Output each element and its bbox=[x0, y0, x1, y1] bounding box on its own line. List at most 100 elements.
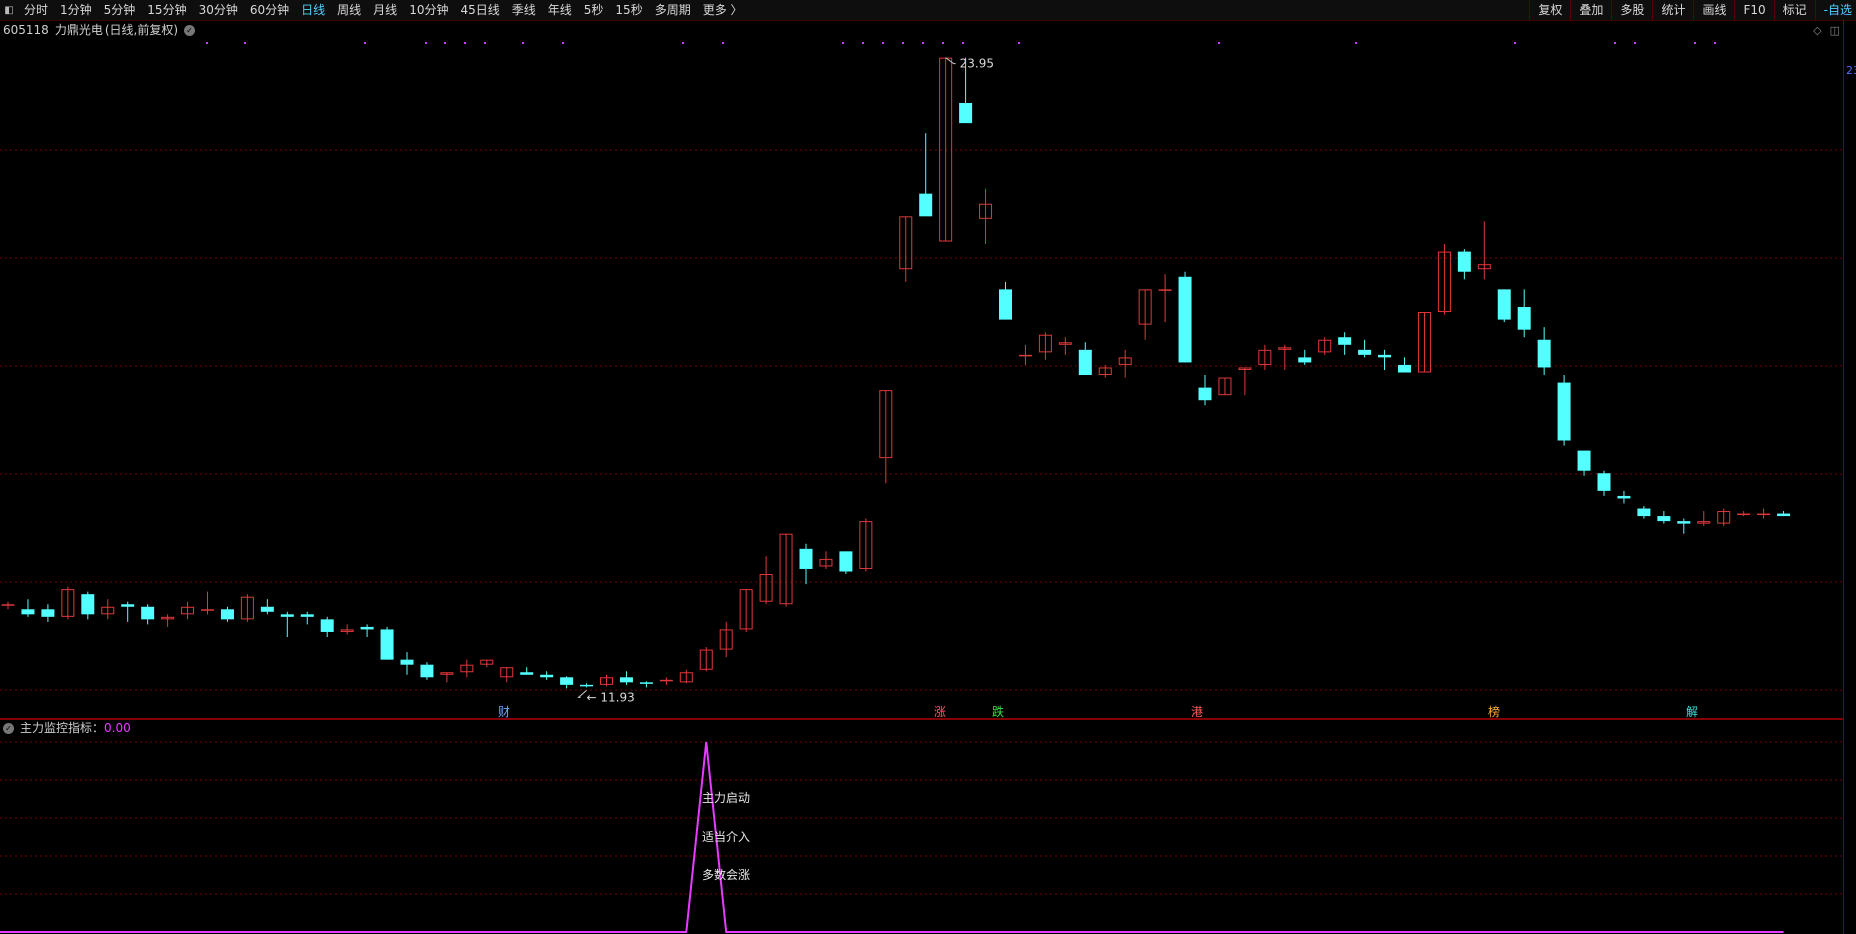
candle bbox=[280, 611, 294, 637]
signal-dot bbox=[364, 42, 366, 44]
signal-dot bbox=[562, 42, 564, 44]
signal-dot bbox=[862, 42, 864, 44]
candle-body bbox=[1198, 387, 1212, 401]
signal-label-rise: 多数会涨 bbox=[702, 868, 751, 882]
candle-body bbox=[1497, 289, 1511, 320]
candle bbox=[580, 683, 594, 688]
candle bbox=[1138, 289, 1152, 340]
candle-body bbox=[799, 548, 813, 569]
candle bbox=[1098, 364, 1112, 378]
candle bbox=[1777, 511, 1791, 517]
candle bbox=[21, 599, 35, 617]
candle-body bbox=[560, 677, 574, 685]
candle-body bbox=[1358, 349, 1372, 355]
candle bbox=[1697, 511, 1711, 527]
candle bbox=[1198, 375, 1212, 406]
candle bbox=[201, 591, 214, 615]
candle bbox=[1517, 289, 1531, 338]
candle bbox=[560, 676, 574, 689]
candle bbox=[1178, 271, 1192, 363]
candle bbox=[1737, 511, 1751, 517]
candle-body bbox=[1, 604, 15, 606]
signal-dot bbox=[842, 42, 844, 44]
signal-dot bbox=[1714, 42, 1716, 44]
signal-dot bbox=[1634, 42, 1636, 44]
candle bbox=[240, 594, 254, 622]
candle bbox=[619, 671, 633, 685]
candle bbox=[1657, 511, 1671, 524]
candle-body bbox=[280, 614, 294, 617]
signal-dot bbox=[244, 42, 246, 44]
event-marker: 榜 bbox=[1488, 704, 1500, 719]
candle bbox=[679, 669, 693, 684]
candle bbox=[699, 647, 713, 672]
indicator-header: ✓ 主力监控指标 ： 0.00 bbox=[3, 720, 131, 736]
signal-dot bbox=[1614, 42, 1616, 44]
candle-body bbox=[1617, 495, 1631, 499]
candle bbox=[500, 667, 514, 683]
candle-body bbox=[1577, 450, 1591, 471]
candle-body bbox=[141, 606, 155, 620]
indicator-panel bbox=[0, 741, 1784, 933]
kline-chart[interactable]: 财 涨 跌 港 榜 解 23.95 ← 11.93 bbox=[0, 0, 1843, 934]
candle bbox=[1338, 332, 1352, 355]
candle bbox=[320, 616, 334, 637]
candle bbox=[1677, 518, 1691, 534]
grid-lines bbox=[0, 149, 1843, 895]
candle bbox=[799, 543, 813, 585]
candle bbox=[460, 659, 474, 678]
candle bbox=[1417, 312, 1431, 373]
candle bbox=[520, 667, 534, 675]
candle-body bbox=[1657, 516, 1671, 522]
signal-dot bbox=[206, 42, 208, 44]
candle bbox=[121, 601, 135, 622]
candle-body bbox=[300, 614, 314, 617]
candle bbox=[1118, 349, 1132, 378]
candle-body bbox=[380, 629, 394, 660]
candle-body bbox=[839, 551, 853, 572]
candle bbox=[1537, 327, 1551, 376]
candle bbox=[360, 624, 374, 637]
candle bbox=[779, 533, 793, 607]
candle bbox=[1717, 508, 1731, 527]
candle-body bbox=[1158, 289, 1172, 291]
indicator-sep: ： bbox=[92, 721, 105, 735]
event-marker: 跌 bbox=[992, 704, 1004, 719]
candle-body bbox=[201, 609, 214, 611]
candle-body bbox=[1398, 364, 1411, 373]
candle-body bbox=[1637, 508, 1651, 517]
candle-body bbox=[639, 682, 653, 684]
candle bbox=[1158, 274, 1172, 323]
candle bbox=[260, 599, 274, 615]
signal-dot bbox=[882, 42, 884, 44]
candle-body bbox=[999, 289, 1012, 320]
candle bbox=[839, 551, 853, 575]
candle-body bbox=[1777, 513, 1791, 517]
candle bbox=[1078, 342, 1092, 376]
price-axis[interactable]: 23 bbox=[1843, 20, 1856, 934]
indicator-check-icon[interactable]: ✓ bbox=[3, 722, 14, 734]
candle-body bbox=[1078, 349, 1092, 376]
candle bbox=[41, 604, 55, 622]
candle-body bbox=[1378, 354, 1392, 358]
candle-body bbox=[540, 674, 554, 678]
candles bbox=[1, 57, 1791, 689]
candle bbox=[81, 591, 95, 620]
signal-dot bbox=[444, 42, 446, 44]
candle bbox=[979, 188, 993, 245]
candle-body bbox=[1178, 276, 1192, 363]
candle bbox=[1457, 249, 1471, 280]
candle-body bbox=[1537, 339, 1551, 368]
candle bbox=[181, 601, 195, 620]
candle bbox=[101, 599, 115, 620]
candle bbox=[400, 652, 414, 675]
event-marker: 港 bbox=[1191, 705, 1203, 719]
candle-body bbox=[1298, 357, 1312, 363]
candle bbox=[639, 681, 653, 688]
candle bbox=[161, 614, 175, 627]
candle bbox=[719, 621, 733, 658]
signal-dot bbox=[922, 42, 924, 44]
candle bbox=[420, 662, 434, 680]
candle bbox=[61, 586, 75, 620]
candle bbox=[1497, 289, 1511, 323]
